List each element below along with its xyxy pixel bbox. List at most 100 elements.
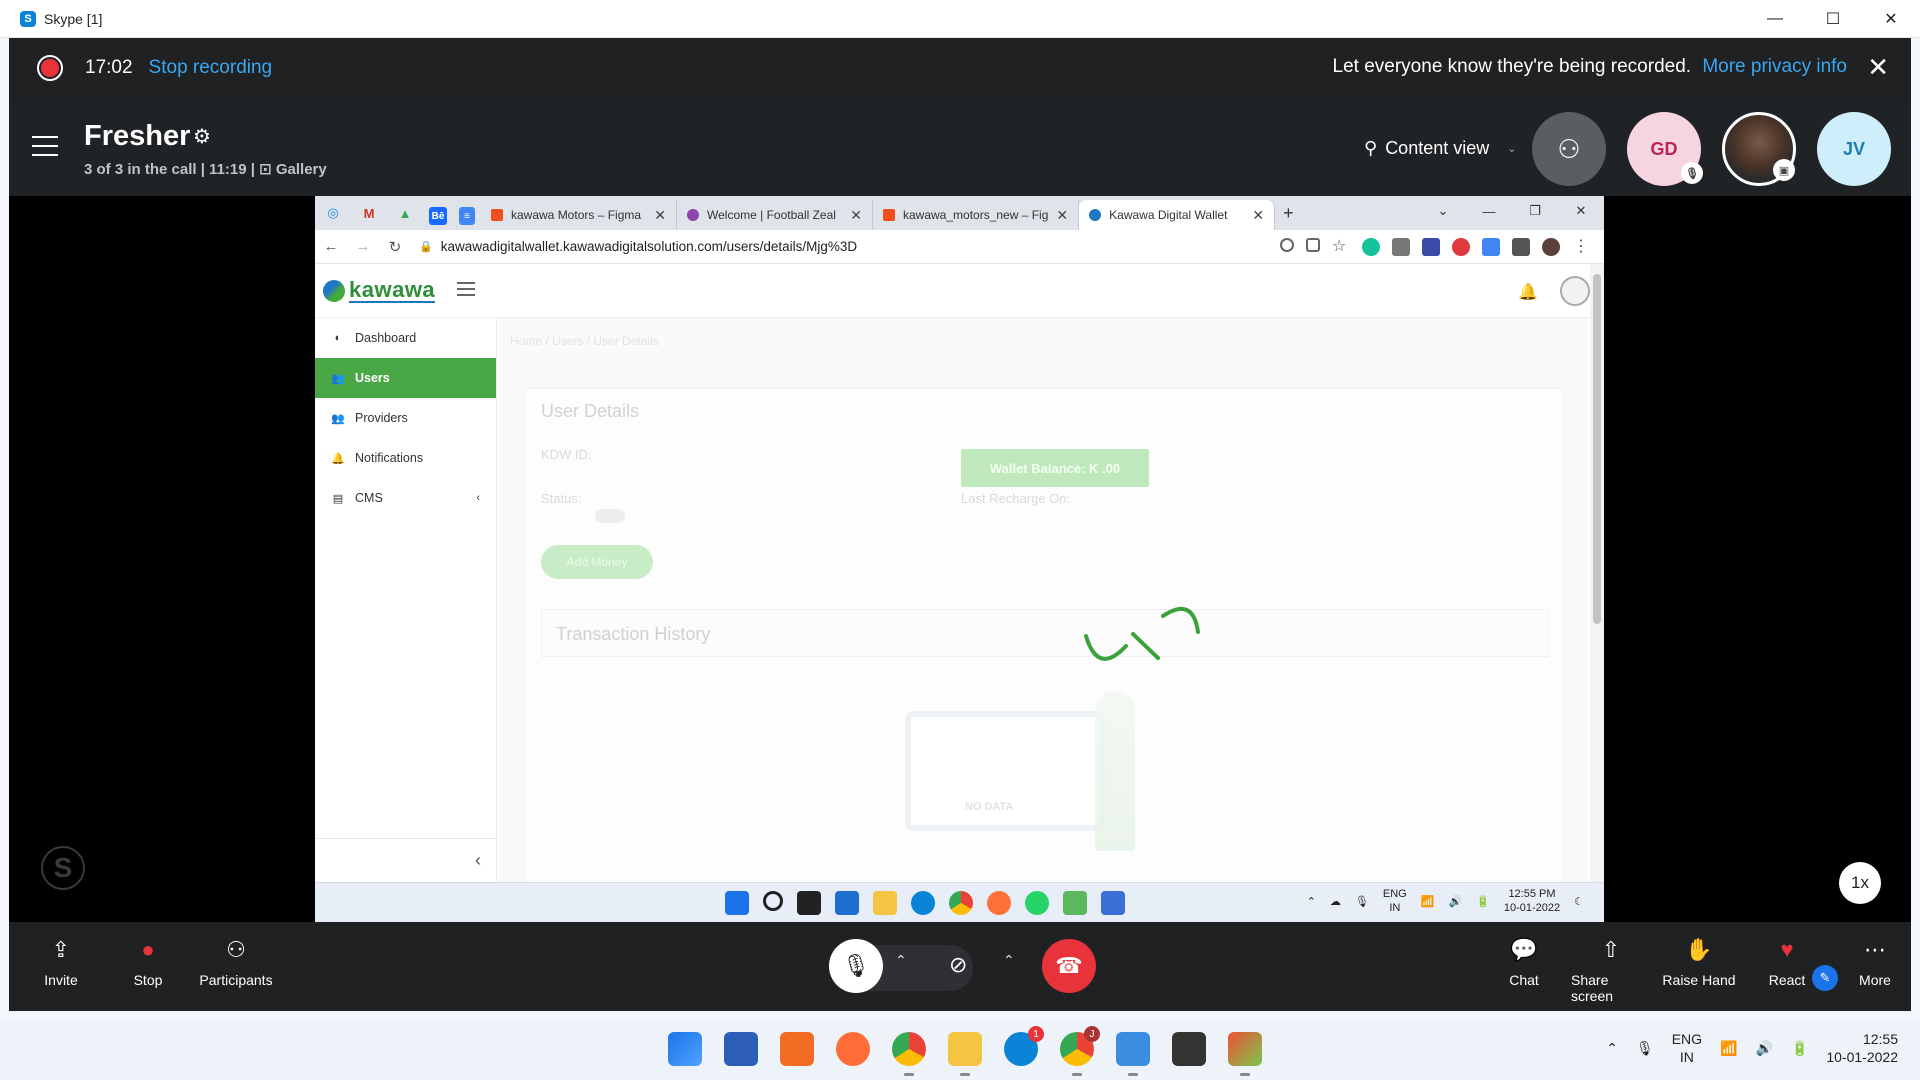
sidebar-collapse-button[interactable]: ‹	[315, 838, 497, 882]
behance-icon[interactable]: Bē	[429, 207, 447, 225]
browser-restore-button[interactable]: ❐	[1512, 196, 1558, 226]
whatsapp-icon[interactable]	[1025, 891, 1049, 915]
zoom-level-button[interactable]: 1x	[1839, 862, 1881, 904]
back-icon[interactable]: ←	[315, 238, 347, 255]
sidebar-item-dashboard[interactable]: ◐ Dashboard	[315, 318, 496, 358]
participant-avatar-photo[interactable]: ▣	[1722, 112, 1796, 186]
browser-close-button[interactable]: ✕	[1558, 196, 1604, 226]
firefox-icon[interactable]	[987, 891, 1011, 915]
sidebar-item-users[interactable]: 👥 Users	[315, 358, 496, 398]
zoom-icon[interactable]	[1280, 237, 1294, 252]
participant-avatar-gd[interactable]: GD 🎙	[1627, 112, 1703, 186]
stop-recording-link[interactable]: Stop recording	[149, 57, 273, 79]
volume-icon[interactable]: 🔊	[1448, 895, 1462, 908]
sidebar-item-providers[interactable]: 👥 Providers	[315, 398, 496, 438]
battery-icon[interactable]: 🔋	[1476, 895, 1490, 908]
status-toggle[interactable]	[595, 509, 625, 523]
privacy-info-link[interactable]: More privacy info	[1702, 56, 1847, 77]
mute-button[interactable]: 🎙	[829, 939, 883, 993]
wallet-balance-button[interactable]: Wallet Balance: K .00	[961, 449, 1149, 487]
profile-icon[interactable]	[1542, 237, 1560, 256]
search-icon[interactable]	[763, 891, 783, 911]
puzzle-icon[interactable]	[1512, 237, 1530, 256]
reload-icon[interactable]: ↻	[379, 238, 411, 256]
close-notice-icon[interactable]: ✕	[1867, 52, 1889, 83]
sidebar-item-notifications[interactable]: 🔔 Notifications	[315, 438, 496, 478]
focus-moon-icon[interactable]: ☾	[1574, 895, 1584, 908]
stop-recording-button[interactable]: ● Stop	[108, 928, 188, 988]
language-indicator[interactable]: ENG IN	[1672, 1030, 1702, 1066]
star-icon[interactable]: ☆	[1332, 238, 1350, 256]
menu-icon[interactable]	[32, 136, 58, 156]
wifi-icon[interactable]: 📶	[1421, 895, 1435, 908]
camera-off-button[interactable]: ⊘	[949, 952, 967, 978]
language-indicator[interactable]: ENG IN	[1383, 887, 1407, 915]
participants-button[interactable]: ⚇ Participants	[196, 928, 276, 988]
browser-tab[interactable]: Welcome | Football Zeal ✕	[677, 200, 873, 230]
docs-icon[interactable]: ≡	[459, 207, 475, 225]
pinned-tab-icon[interactable]: ◎	[321, 201, 345, 225]
drive-icon[interactable]: ▲	[393, 201, 417, 225]
wifi-icon[interactable]: 📶	[1720, 1040, 1737, 1057]
bell-icon[interactable]: 🔔	[1518, 282, 1538, 302]
browser-tab[interactable]: kawawa Motors – Figma ✕	[481, 200, 677, 230]
gmail-icon[interactable]: M	[357, 201, 381, 225]
add-money-button[interactable]: Add Money	[541, 545, 653, 579]
new-tab-button[interactable]: +	[1283, 203, 1294, 224]
windows-start-icon[interactable]	[668, 1032, 702, 1066]
file-explorer-icon[interactable]	[948, 1032, 982, 1076]
mic-icon[interactable]: 🎙	[1636, 1040, 1654, 1057]
battery-icon[interactable]: 🔋	[1791, 1040, 1808, 1057]
clock[interactable]: 12:55 10-01-2022	[1826, 1030, 1898, 1066]
file-explorer-icon[interactable]	[873, 891, 897, 915]
close-tab-icon[interactable]: ✕	[1056, 207, 1068, 224]
clock[interactable]: 12:55 PM 10-01-2022	[1504, 887, 1560, 915]
video-options-chevron-icon[interactable]: ⌃	[1003, 952, 1015, 969]
close-window-button[interactable]: ✕	[1862, 0, 1920, 38]
close-tab-icon[interactable]: ✕	[850, 207, 862, 224]
chrome-profile-icon[interactable]: J	[1060, 1026, 1100, 1076]
skype-icon[interactable]	[911, 891, 935, 915]
url-field[interactable]: 🔒 kawawadigitalwallet.kawawadigitalsolut…	[419, 239, 1280, 254]
extension-icon[interactable]	[1422, 237, 1440, 256]
audio-options-chevron-icon[interactable]: ⌃	[895, 952, 907, 969]
fan-app-icon[interactable]	[1116, 1032, 1150, 1076]
kawawa-logo[interactable]: kawawa	[323, 278, 436, 303]
kebab-menu-icon[interactable]: ⋮	[1572, 238, 1590, 256]
git-app-icon[interactable]	[1228, 1032, 1262, 1076]
photos-icon[interactable]	[1063, 891, 1087, 915]
chrome-icon[interactable]	[892, 1032, 926, 1076]
user-avatar-icon[interactable]	[1560, 276, 1590, 306]
xampp-icon[interactable]	[780, 1032, 814, 1066]
windows-start-icon[interactable]	[725, 891, 749, 915]
participant-avatar-jv[interactable]: JV	[1817, 112, 1891, 186]
postman-icon[interactable]	[836, 1032, 870, 1066]
tab-search-icon[interactable]: ⌄	[1420, 196, 1466, 226]
browser-tab[interactable]: kawawa_motors_new – Fig ✕	[873, 200, 1080, 230]
close-tab-icon[interactable]: ✕	[1252, 207, 1264, 224]
mic-icon[interactable]: 🎙	[1355, 895, 1369, 908]
skype-icon[interactable]: 1	[1004, 1026, 1044, 1066]
share-screen-button[interactable]: ⇧ Share screen	[1571, 928, 1651, 1004]
sidebar-item-cms[interactable]: ▤ CMS ‹	[315, 478, 496, 518]
onedrive-icon[interactable]: ☁	[1330, 895, 1341, 908]
notepad-icon[interactable]	[724, 1032, 758, 1066]
share-icon[interactable]	[1306, 237, 1320, 252]
invite-button[interactable]: ⇪ Invite	[21, 928, 101, 988]
chevron-up-icon[interactable]: ⌃	[1307, 895, 1316, 908]
sidebar-toggle-icon[interactable]	[457, 281, 476, 300]
translate-icon[interactable]	[1482, 237, 1500, 256]
sublime-icon[interactable]	[1172, 1032, 1206, 1066]
chevron-up-icon[interactable]: ⌃	[1606, 1040, 1618, 1057]
adblock-icon[interactable]	[1452, 237, 1470, 256]
gear-icon[interactable]: ⚙	[193, 124, 211, 149]
browser-minimize-button[interactable]: —	[1466, 196, 1512, 226]
more-button[interactable]: ⋯ More	[1835, 928, 1915, 988]
widgets-icon[interactable]	[835, 891, 859, 915]
raise-hand-button[interactable]: ✋ Raise Hand	[1659, 928, 1739, 988]
forward-icon[interactable]: →	[347, 238, 379, 255]
add-participant-button[interactable]: ⚇	[1532, 112, 1606, 186]
maximize-button[interactable]: ☐	[1804, 0, 1862, 38]
minimize-button[interactable]: —	[1746, 0, 1804, 38]
camera-icon[interactable]	[1392, 237, 1410, 256]
